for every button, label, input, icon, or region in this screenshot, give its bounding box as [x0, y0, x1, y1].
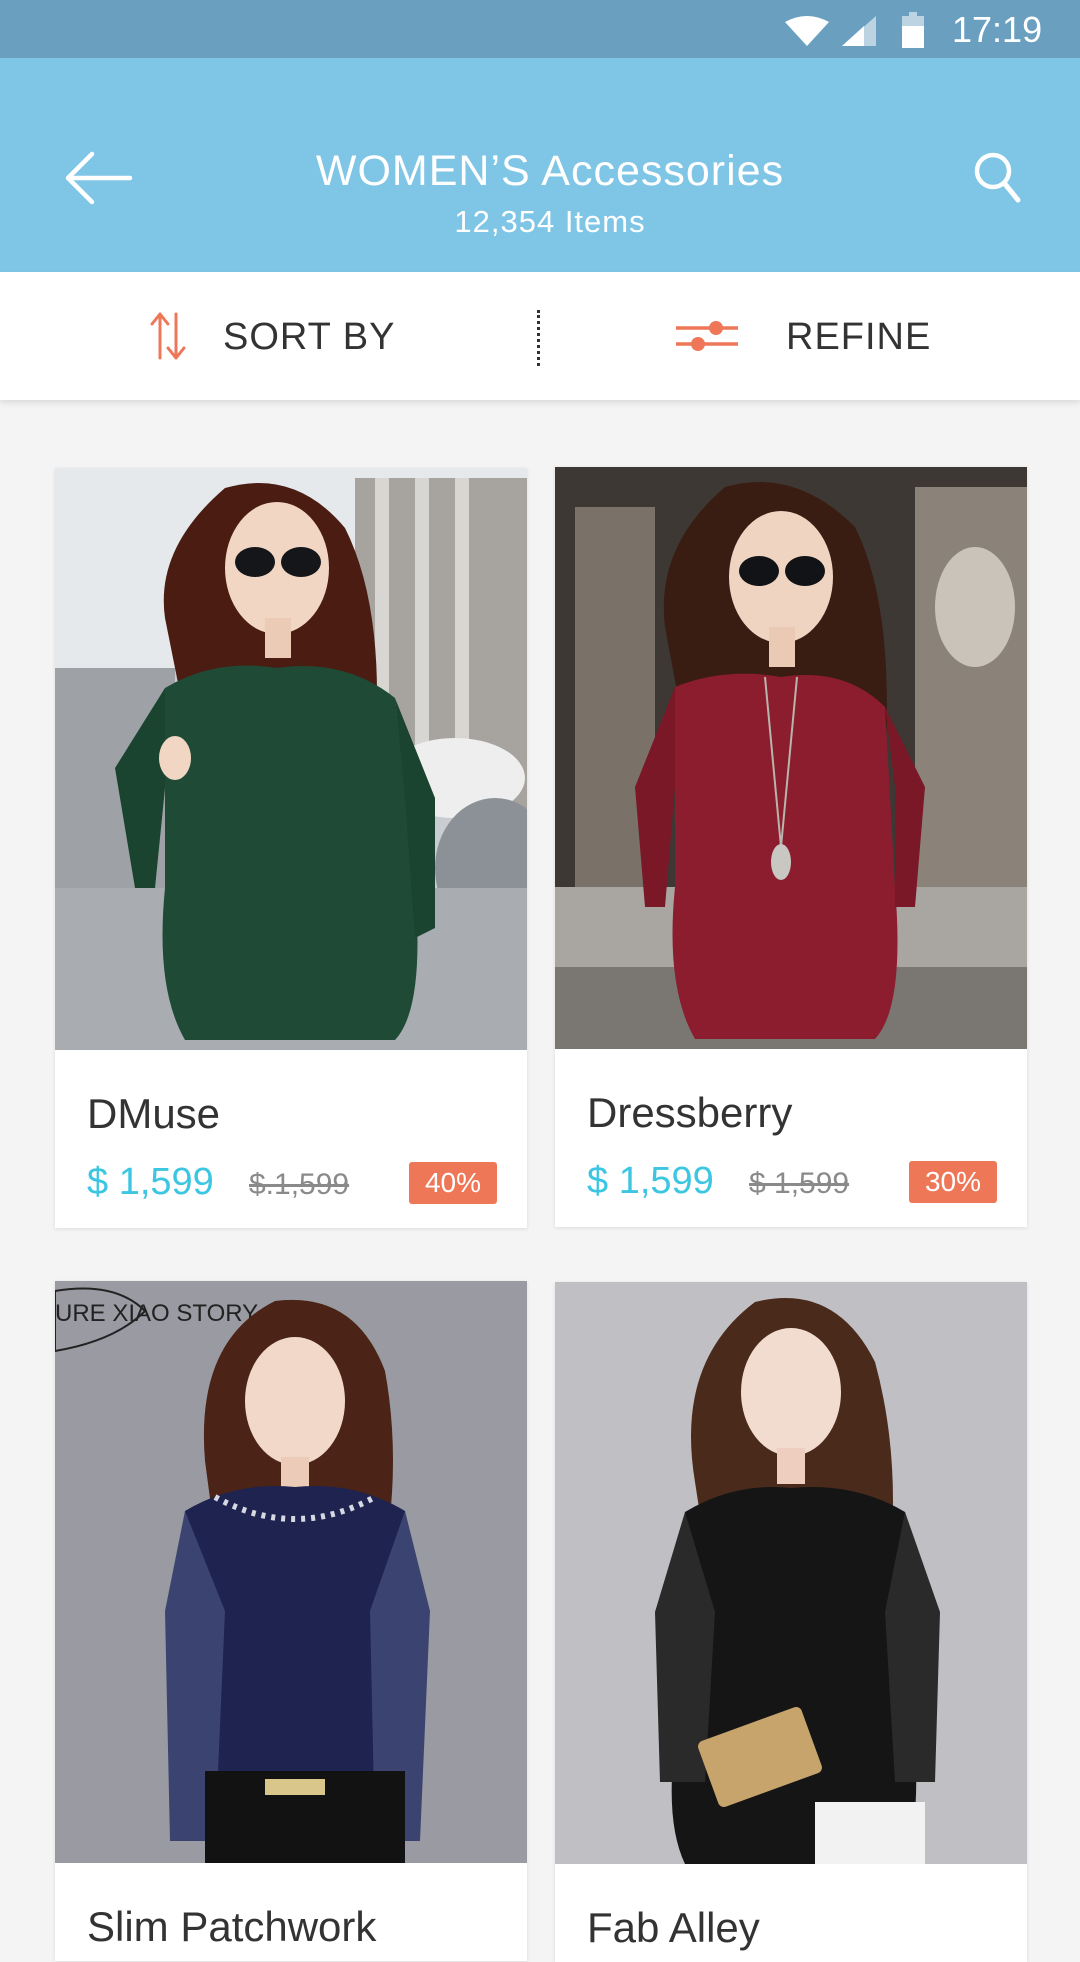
product-old-price: $ 1,599: [749, 1167, 850, 1200]
product-image[interactable]: [555, 1282, 1027, 1864]
product-name: Dressberry: [587, 1089, 793, 1136]
signal-icon: [842, 16, 876, 46]
wifi-icon: [785, 16, 829, 46]
status-bar: 17:19: [0, 0, 1080, 58]
discount-badge: 30%: [909, 1161, 997, 1203]
toolbar-divider: [537, 310, 540, 366]
product-image[interactable]: [55, 468, 527, 1050]
product-price: $ 1,599: [87, 1161, 214, 1203]
sliders-icon[interactable]: [676, 316, 738, 356]
sort-refine-bar: SORT BY REFINE: [0, 272, 1080, 400]
refine-button[interactable]: REFINE: [786, 315, 931, 359]
product-image[interactable]: [555, 467, 1027, 1049]
item-count: 12,354 Items: [454, 204, 646, 239]
photo-brand-text: URE XIAO STORY: [55, 1300, 258, 1327]
product-name: Fab Alley: [587, 1904, 760, 1951]
sort-by-button[interactable]: SORT BY: [223, 315, 395, 359]
discount-badge: 40%: [409, 1162, 497, 1204]
product-card[interactable]: Fab Alley: [555, 1282, 1027, 1962]
product-card[interactable]: DMuse $ 1,599 $.1,599 40%: [55, 468, 527, 1228]
product-old-price: $.1,599: [249, 1168, 350, 1201]
product-price: $ 1,599: [587, 1160, 714, 1202]
product-name: Slim Patchwork: [87, 1903, 377, 1950]
product-name: DMuse: [87, 1090, 221, 1137]
sort-arrows-icon[interactable]: [148, 310, 188, 362]
search-icon[interactable]: [972, 150, 1022, 204]
product-image[interactable]: URE XIAO STORY: [55, 1281, 527, 1863]
battery-icon: [902, 12, 924, 48]
product-card[interactable]: Dressberry $ 1,599 $ 1,599 30%: [555, 467, 1027, 1227]
status-time: 17:19: [952, 9, 1043, 50]
product-card[interactable]: URE XIAO STORY Slim Patchwork: [55, 1281, 527, 1961]
page-title: WOMEN’S Accessories: [315, 147, 785, 195]
app-bar: WOMEN’S Accessories 12,354 Items: [0, 58, 1080, 272]
